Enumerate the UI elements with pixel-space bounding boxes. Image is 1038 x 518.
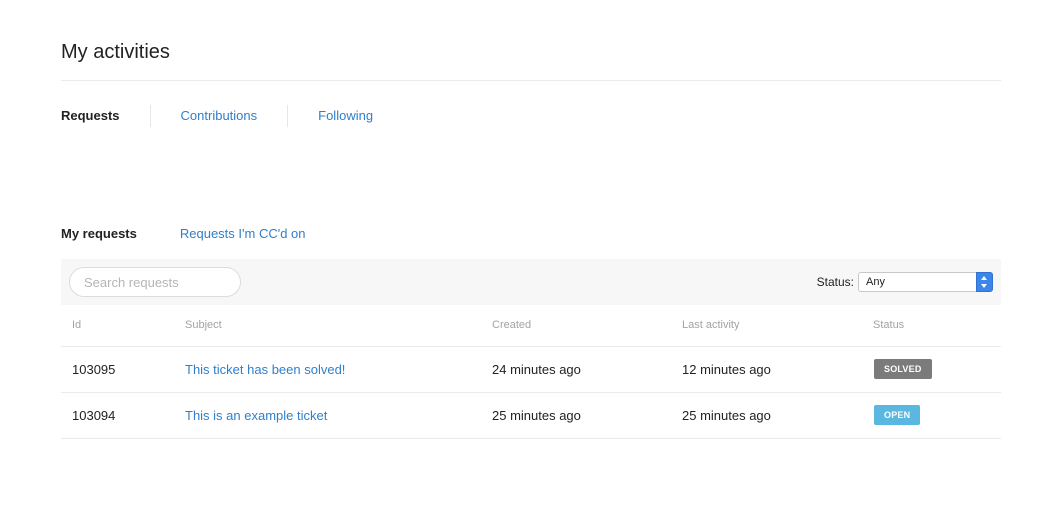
request-subject-link[interactable]: This ticket has been solved!	[185, 362, 345, 377]
column-header-created[interactable]: Created	[492, 319, 531, 331]
table-row: 103095 This ticket has been solved! 24 m…	[61, 347, 1001, 393]
request-last-activity: 12 minutes ago	[682, 362, 771, 377]
tab-requests-cc[interactable]: Requests I'm CC'd on	[180, 226, 306, 241]
select-arrows-icon	[976, 272, 993, 292]
tab-my-requests[interactable]: My requests	[61, 226, 137, 241]
request-created: 25 minutes ago	[492, 408, 581, 423]
tab-following[interactable]: Following	[287, 105, 403, 127]
search-requests-input[interactable]	[69, 267, 241, 297]
request-created: 24 minutes ago	[492, 362, 581, 377]
column-header-last-activity[interactable]: Last activity	[682, 319, 739, 331]
requests-table: Id Subject Created Last activity Status …	[61, 305, 1001, 439]
page-title: My activities	[61, 41, 170, 64]
tab-contributions[interactable]: Contributions	[149, 105, 288, 127]
request-id: 103094	[72, 408, 116, 423]
column-header-subject[interactable]: Subject	[185, 319, 222, 331]
status-select[interactable]: Any	[858, 272, 993, 292]
activity-tabs: Requests Contributions Following	[61, 104, 403, 128]
request-subject-link[interactable]: This is an example ticket	[185, 408, 327, 423]
status-badge: OPEN	[874, 405, 921, 425]
requests-toolbar: Status: Any	[61, 259, 1001, 305]
tab-requests[interactable]: Requests	[61, 105, 150, 127]
request-filter-tabs: My requests Requests I'm CC'd on	[61, 226, 349, 241]
column-header-status[interactable]: Status	[873, 319, 904, 331]
title-divider	[61, 80, 1001, 81]
status-label: Status:	[816, 275, 854, 289]
status-select-value: Any	[866, 276, 885, 288]
request-id: 103095	[72, 362, 116, 377]
status-filter: Status: Any	[817, 272, 993, 292]
status-badge: SOLVED	[874, 359, 932, 379]
column-header-id[interactable]: Id	[72, 319, 81, 331]
request-last-activity: 25 minutes ago	[682, 408, 771, 423]
table-header: Id Subject Created Last activity Status	[61, 305, 1001, 347]
table-row: 103094 This is an example ticket 25 minu…	[61, 393, 1001, 439]
